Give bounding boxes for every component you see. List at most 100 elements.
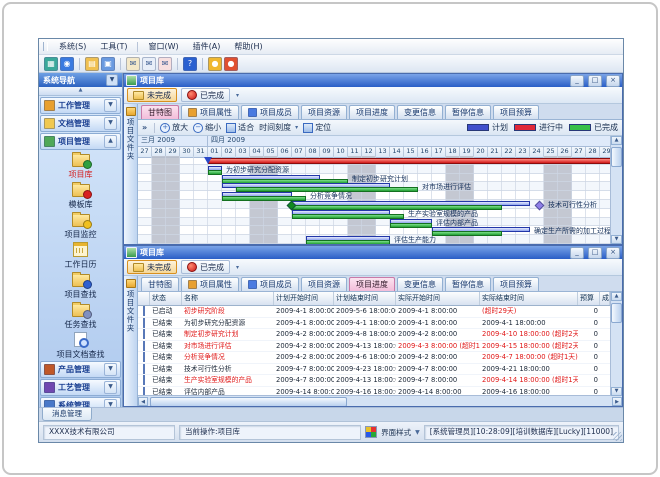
filter-unfinished-button[interactable]: 未完成 xyxy=(127,88,177,102)
sidebar-group-system-mgmt[interactable]: 系统管理▼ xyxy=(40,397,121,407)
globe-icon[interactable]: ◉ xyxy=(60,57,74,71)
tool-zoom-out-button[interactable]: −缩小 xyxy=(193,122,221,133)
progress-tab-budget[interactable]: 项目预算 xyxy=(493,277,539,291)
progress-tab-properties[interactable]: 项目属性 xyxy=(181,277,239,291)
table-row[interactable]: 已结束制定初步研究计划2009-4-2 8:00:002009-4-8 18:0… xyxy=(138,329,611,341)
progress-tab-pauses[interactable]: 暂停信息 xyxy=(445,277,491,291)
table-row[interactable]: 已结束生产实验室规模的产品2009-4-7 8:00:002009-4-13 1… xyxy=(138,375,611,387)
actual-bar[interactable] xyxy=(208,170,222,175)
chevron-down-icon[interactable]: ▼ xyxy=(104,117,117,130)
progress-tab-progress[interactable]: 项目进度 xyxy=(349,277,395,291)
help-icon[interactable]: ? xyxy=(183,57,197,71)
close-button[interactable]: × xyxy=(606,75,620,87)
scrollbar-thumb[interactable] xyxy=(611,303,622,323)
table-row[interactable]: 已结束分析竞争情况2009-4-2 8:00:002009-4-6 18:00:… xyxy=(138,352,611,364)
chevron-down-icon[interactable]: ▼ xyxy=(104,363,117,376)
column-header-3[interactable]: 计划开始时间 xyxy=(274,292,334,305)
chevron-down-icon[interactable]: ▼ xyxy=(104,99,117,112)
menu-system[interactable]: 系统(S) xyxy=(52,40,93,53)
table-vertical-scrollbar[interactable]: ▲ ▼ xyxy=(610,292,622,396)
pin-icon[interactable]: ▼ xyxy=(106,74,118,86)
gantt-tab-budget[interactable]: 项目预算 xyxy=(493,105,539,119)
folder-window-icon[interactable]: ▣ xyxy=(101,57,115,71)
chevron-down-icon[interactable]: ▼ xyxy=(415,429,420,436)
minimize-button[interactable]: _ xyxy=(570,75,584,87)
maximize-button[interactable]: □ xyxy=(588,75,602,87)
folder-side-tab[interactable]: 项目文件夹 xyxy=(124,104,138,244)
actual-bar[interactable] xyxy=(432,231,502,236)
mail-send-icon[interactable]: ✉ xyxy=(126,57,140,71)
chevron-down-icon[interactable]: ▾ xyxy=(236,264,239,271)
table-row[interactable]: 已结束为初步研究分配资源2009-4-1 8:00:002009-4-1 18:… xyxy=(138,318,611,330)
chevron-up-icon[interactable]: ▲ xyxy=(104,135,117,148)
progress-tab-changes[interactable]: 变更信息 xyxy=(397,277,443,291)
filter-finished-button[interactable]: 已完成 xyxy=(181,260,230,274)
gantt-tab-pauses[interactable]: 暂停信息 xyxy=(445,105,491,119)
sidebar-collapse-strip[interactable]: ▲ xyxy=(39,87,122,96)
table-horizontal-scrollbar[interactable]: ◀ ▶ xyxy=(138,395,622,406)
column-header-4[interactable]: 计划结束时间 xyxy=(334,292,396,305)
column-header-0[interactable] xyxy=(138,292,150,305)
sidebar-item-project-search[interactable]: 项目查找 xyxy=(39,270,122,300)
sidebar-group-doc-mgmt[interactable]: 文档管理▼ xyxy=(40,115,121,132)
mail-open-icon[interactable]: ✉ xyxy=(142,57,156,71)
scroll-up-icon[interactable]: ▲ xyxy=(611,292,622,301)
sidebar-item-template-library[interactable]: 模板库 xyxy=(39,180,122,210)
chevron-down-icon[interactable]: ▾ xyxy=(236,92,239,99)
interface-style-icon[interactable] xyxy=(365,426,377,438)
gantt-vertical-scrollbar[interactable]: ▲ ▼ xyxy=(610,136,622,244)
minimize-button[interactable]: _ xyxy=(570,247,584,259)
gantt-tab-changes[interactable]: 变更信息 xyxy=(397,105,443,119)
close-button[interactable]: × xyxy=(606,247,620,259)
actual-bar[interactable] xyxy=(306,240,390,244)
gantt-tab-members[interactable]: 项目成员 xyxy=(241,105,299,119)
filter-unfinished-button[interactable]: 未完成 xyxy=(127,260,177,274)
interface-style-label[interactable]: 界面样式 xyxy=(381,427,411,438)
sidebar-item-project-library[interactable]: 项目库 xyxy=(39,150,122,180)
maximize-button[interactable]: □ xyxy=(588,247,602,259)
tool-timescale-button[interactable]: 时间刻度▾ xyxy=(259,122,298,133)
column-header-8[interactable]: 成 xyxy=(600,292,610,305)
column-header-2[interactable]: 名称 xyxy=(182,292,274,305)
sidebar-group-product-mgmt[interactable]: 产品管理▼ xyxy=(40,361,121,378)
actual-bar[interactable] xyxy=(390,223,432,228)
chevron-down-icon[interactable]: ▼ xyxy=(104,381,117,394)
progress-tab-gantt[interactable]: 甘特图 xyxy=(141,277,179,291)
scrollbar-thumb[interactable] xyxy=(611,147,622,167)
gantt-tab-properties[interactable]: 项目属性 xyxy=(181,105,239,119)
sidebar-item-project-doc-search[interactable]: 项目文档查找 xyxy=(39,330,122,360)
lock-icon[interactable]: ● xyxy=(208,57,222,71)
scroll-up-icon[interactable]: ▲ xyxy=(611,136,622,145)
tool-fit-button[interactable]: 适合 xyxy=(226,122,254,133)
table-row[interactable]: 已结束技术可行性分析2009-4-7 8:00:002009-4-23 18:0… xyxy=(138,364,611,376)
sidebar-item-task-search[interactable]: 任务查找 xyxy=(39,300,122,330)
chevron-down-icon[interactable]: ▼ xyxy=(104,399,117,407)
column-header-7[interactable]: 预算 xyxy=(578,292,600,305)
folder-side-tab[interactable]: 项目文件夹 xyxy=(124,276,138,406)
filter-finished-button[interactable]: 已完成 xyxy=(181,88,230,102)
column-header-1[interactable]: 状态 xyxy=(150,292,182,305)
message-management-tab[interactable]: 消息管理 xyxy=(42,408,92,421)
tool-locate-button[interactable]: 定位 xyxy=(303,122,331,133)
actual-bar[interactable] xyxy=(292,214,404,219)
sidebar-group-project-mgmt[interactable]: 项目管理▲ xyxy=(40,133,121,150)
sidebar-item-work-calendar[interactable]: 工作日历 xyxy=(39,240,122,270)
resize-grip[interactable] xyxy=(613,432,622,441)
computer-icon[interactable]: ▦ xyxy=(44,57,58,71)
scroll-down-icon[interactable]: ▼ xyxy=(611,235,622,244)
progress-tab-resources[interactable]: 项目资源 xyxy=(301,277,347,291)
scroll-down-icon[interactable]: ▼ xyxy=(611,387,622,396)
menu-window[interactable]: 窗口(W) xyxy=(141,40,185,53)
menu-tools[interactable]: 工具(T) xyxy=(93,40,134,53)
scroll-right-icon[interactable]: ▶ xyxy=(612,397,622,406)
overflow-chevron[interactable]: » xyxy=(142,123,147,132)
scrollbar-thumb[interactable] xyxy=(150,397,347,407)
tool-zoom-in-button[interactable]: +放大 xyxy=(160,122,188,133)
exit-icon[interactable]: ● xyxy=(224,57,238,71)
sidebar-group-work-mgmt[interactable]: 工作管理▼ xyxy=(40,97,121,114)
table-row[interactable]: 已结束对市场进行评估2009-4-2 8:00:002009-4-13 18:0… xyxy=(138,341,611,353)
gantt-tab-gantt[interactable]: 甘特图 xyxy=(141,105,179,119)
sidebar-item-project-monitor[interactable]: 项目监控 xyxy=(39,210,122,240)
table-row[interactable]: 已结束评估内部产品2009-4-14 8:00:002009-4-16 18:0… xyxy=(138,387,611,396)
gantt-tab-progress[interactable]: 项目进度 xyxy=(349,105,395,119)
